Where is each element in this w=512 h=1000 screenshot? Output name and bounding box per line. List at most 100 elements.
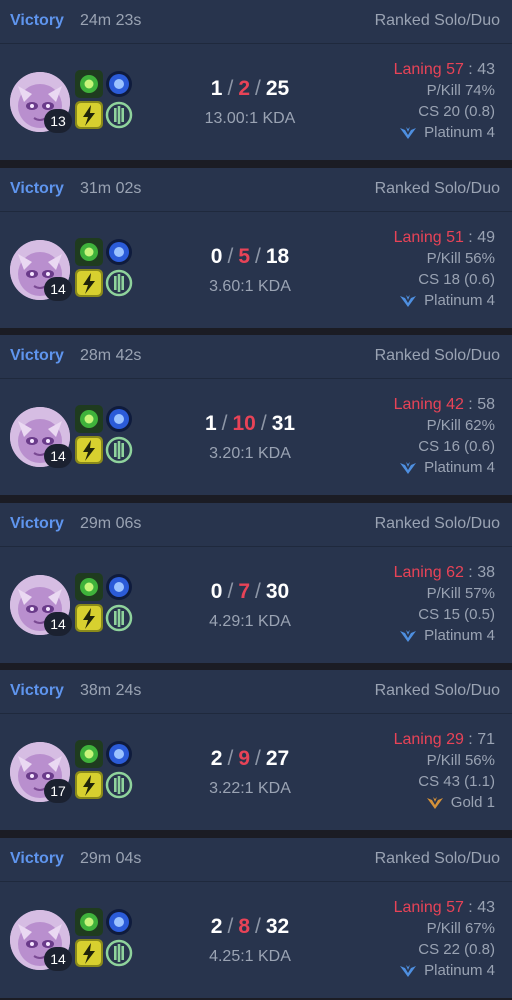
- deaths: 8: [238, 915, 250, 938]
- kills: 0: [210, 245, 223, 268]
- creep-score: CS 16 (0.6): [418, 438, 495, 455]
- flash-spell-icon: [75, 101, 103, 129]
- creep-score: CS 22 (0.8): [418, 941, 495, 958]
- laning-score-own: 51: [446, 229, 464, 246]
- queue-type: Ranked Solo/Duo: [374, 682, 500, 699]
- rank-tier: Platinum 4: [335, 625, 495, 649]
- kda-score: 2/9/27: [210, 747, 290, 770]
- match-card[interactable]: Victory 31m 02s Ranked Solo/Duo 14 0 / 5…: [0, 168, 512, 328]
- rank-tier: Gold 1: [335, 792, 495, 816]
- flash-spell-icon: [75, 436, 103, 464]
- laning-label: Laning: [393, 899, 442, 916]
- champion-level-badge: 17: [44, 779, 72, 803]
- laning-score-opponent: 43: [477, 899, 495, 916]
- blue-orb-icon: [105, 70, 133, 98]
- deaths: 7: [238, 580, 250, 603]
- match-header: Victory 38m 24s Ranked Solo/Duo: [0, 670, 512, 714]
- rank-wings-icon: [399, 963, 417, 984]
- deaths: 9: [238, 747, 250, 770]
- match-duration: 29m 04s: [80, 850, 142, 867]
- match-card[interactable]: Victory 24m 23s Ranked Solo/Duo 13 1 / 2…: [0, 0, 512, 160]
- match-duration: 28m 42s: [80, 347, 142, 364]
- match-result: Victory: [10, 515, 64, 532]
- green-rune-icon: [75, 238, 103, 266]
- kda-ratio: 4.29:1 KDA: [209, 613, 291, 630]
- match-stats: Laning 62 : 38 P/Kill 57% CS 15 (0.5) Pl…: [335, 563, 495, 649]
- blue-orb-icon: [105, 908, 133, 936]
- kda-score: 2/8/32: [210, 915, 290, 938]
- kill-participation: P/Kill 57%: [426, 585, 495, 602]
- match-stats: Laning 57 : 43 P/Kill 67% CS 22 (0.8) Pl…: [335, 898, 495, 984]
- flash-spell-icon: [75, 939, 103, 967]
- match-header: Victory 31m 02s Ranked Solo/Duo: [0, 168, 512, 212]
- laning-score-opponent: 43: [477, 61, 495, 78]
- laning-label: Laning: [393, 61, 442, 78]
- match-header: Victory 24m 23s Ranked Solo/Duo: [0, 0, 512, 44]
- kills: 1: [210, 77, 223, 100]
- kda-score: 1/10/31: [204, 412, 296, 435]
- kill-participation: P/Kill 74%: [426, 82, 495, 99]
- kda-score: 1/2/25: [210, 77, 290, 100]
- queue-type: Ranked Solo/Duo: [374, 850, 500, 867]
- laning-label: Laning: [393, 229, 442, 246]
- laning-score: Laning 51 : 49: [393, 229, 495, 246]
- deaths: 5: [238, 245, 250, 268]
- laning-score-opponent: 38: [477, 564, 495, 581]
- kda-ratio: 3.22:1 KDA: [209, 780, 291, 797]
- laning-label: Laning: [393, 731, 442, 748]
- champion-level-badge: 14: [44, 947, 72, 971]
- green-rune-icon: [75, 70, 103, 98]
- kda-ratio: 13.00:1 KDA: [204, 110, 296, 127]
- match-stats: Laning 51 : 49 P/Kill 56% CS 18 (0.6) Pl…: [335, 228, 495, 314]
- deaths: 10: [232, 412, 256, 435]
- match-result: Victory: [10, 850, 64, 867]
- rank-tier-label: Platinum 4: [424, 124, 495, 141]
- kda-score: 0/5/18: [210, 245, 290, 268]
- match-duration: 24m 23s: [80, 12, 142, 29]
- laning-score: Laning 57 : 43: [393, 899, 495, 916]
- flash-spell-icon: [75, 604, 103, 632]
- laning-score-opponent: 58: [477, 396, 495, 413]
- queue-type: Ranked Solo/Duo: [374, 12, 500, 29]
- champion-level-badge: 14: [44, 277, 72, 301]
- flash-spell-icon: [75, 771, 103, 799]
- champion-level-badge: 14: [44, 444, 72, 468]
- kda-ratio: 3.60:1 KDA: [209, 278, 291, 295]
- laning-score: Laning 29 : 71: [393, 731, 495, 748]
- creep-score: CS 20 (0.8): [418, 103, 495, 120]
- kda-ratio: 4.25:1 KDA: [209, 948, 291, 965]
- laning-score-own: 62: [446, 564, 464, 581]
- match-card[interactable]: Victory 38m 24s Ranked Solo/Duo 17 2 / 9…: [0, 670, 512, 830]
- match-card[interactable]: Victory 29m 06s Ranked Solo/Duo 14 0 / 7…: [0, 503, 512, 663]
- assists: 31: [271, 412, 296, 435]
- creep-score: CS 43 (1.1): [418, 773, 495, 790]
- kills: 1: [204, 412, 217, 435]
- rank-tier-label: Platinum 4: [424, 459, 495, 476]
- match-card[interactable]: Victory 29m 04s Ranked Solo/Duo 14 2 / 8…: [0, 838, 512, 998]
- kill-participation: P/Kill 56%: [426, 752, 495, 769]
- laning-score-own: 42: [446, 396, 464, 413]
- blue-orb-icon: [105, 573, 133, 601]
- queue-type: Ranked Solo/Duo: [374, 180, 500, 197]
- green-rune-icon: [75, 573, 103, 601]
- rank-tier-label: Platinum 4: [424, 292, 495, 309]
- kda-ratio: 3.20:1 KDA: [209, 445, 291, 462]
- laning-score: Laning 42 : 58: [393, 396, 495, 413]
- rank-wings-icon: [399, 460, 417, 481]
- match-card[interactable]: Victory 28m 42s Ranked Solo/Duo 14 1 / 1…: [0, 335, 512, 495]
- kill-participation: P/Kill 56%: [426, 250, 495, 267]
- flash-spell-icon: [75, 269, 103, 297]
- match-header: Victory 29m 06s Ranked Solo/Duo: [0, 503, 512, 547]
- kill-participation: P/Kill 67%: [426, 920, 495, 937]
- laning-label: Laning: [393, 396, 442, 413]
- rank-wings-icon: [399, 125, 417, 146]
- kills: 0: [210, 580, 223, 603]
- resolve-rune-icon: [105, 436, 133, 464]
- resolve-rune-icon: [105, 269, 133, 297]
- kda-score: 0/7/30: [210, 580, 290, 603]
- assists: 32: [265, 915, 290, 938]
- match-header: Victory 28m 42s Ranked Solo/Duo: [0, 335, 512, 379]
- champion-level-badge: 14: [44, 612, 72, 636]
- green-rune-icon: [75, 405, 103, 433]
- rank-wings-icon: [399, 293, 417, 314]
